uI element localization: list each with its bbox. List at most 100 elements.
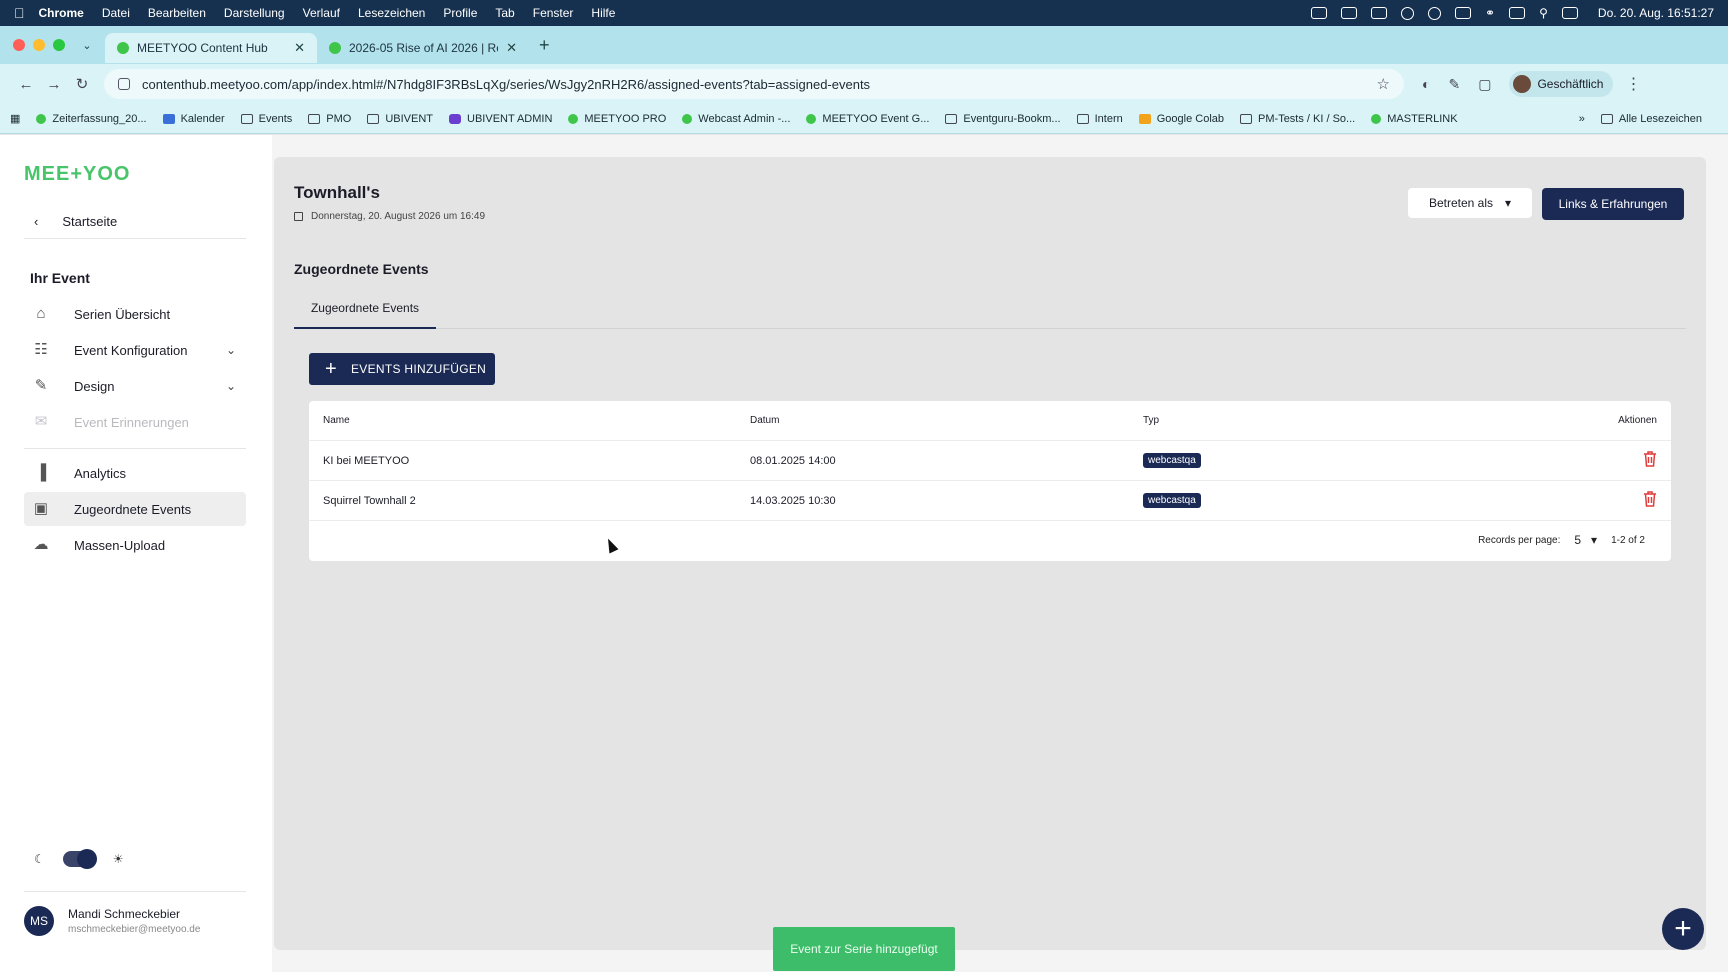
- menubar-clock: Do. 20. Aug. 16:51:27: [1597, 6, 1714, 20]
- header-actions: Aktionen: [1618, 415, 1657, 426]
- bookmark-folder[interactable]: Eventguru-Bookm...: [945, 113, 1061, 125]
- bookmark-item[interactable]: Zeiterfassung_20...: [36, 113, 147, 125]
- trash-icon: [1644, 491, 1656, 507]
- sidebar-item-label: Massen-Upload: [74, 537, 166, 553]
- new-tab-icon[interactable]: +: [539, 35, 550, 56]
- playlist-icon: ▣: [33, 500, 49, 517]
- trash-icon: [1644, 451, 1656, 467]
- sidebar-item-label: Design: [74, 378, 115, 394]
- sidebar-item-label: Event Erinnerungen: [74, 414, 189, 430]
- pagination: Records per page: 5 ▾ 1-2 of 2: [1478, 533, 1645, 547]
- table-row[interactable]: KI bei MEETYOO 08.01.2025 14:00 webcastq…: [309, 441, 1671, 481]
- all-bookmarks[interactable]: Alle Lesezeichen: [1600, 113, 1702, 125]
- menu-tab[interactable]: Tab: [495, 6, 514, 20]
- floating-add-button[interactable]: +: [1662, 908, 1704, 950]
- apple-icon[interactable]: : [14, 5, 25, 21]
- bookmark-folder[interactable]: Intern: [1076, 113, 1123, 125]
- menu-profile[interactable]: Profile: [443, 6, 477, 20]
- zoom-window-button[interactable]: [53, 39, 65, 51]
- menu-fenster[interactable]: Fenster: [533, 6, 574, 20]
- enter-as-dropdown[interactable]: Betreten als ▾: [1408, 188, 1532, 218]
- config-icon: ☷: [34, 341, 48, 358]
- back-arrow-icon[interactable]: ←: [12, 76, 40, 93]
- drive-icon[interactable]: [1371, 7, 1388, 19]
- favicon-icon: [449, 113, 462, 124]
- bookmark-folder[interactable]: UBIVENT: [367, 113, 433, 125]
- menu-dots-icon[interactable]: ⋮: [1625, 74, 1641, 94]
- sidebar-item-zugeordnete-events[interactable]: ▣ Zugeordnete Events: [24, 492, 246, 526]
- more-bookmarks-icon[interactable]: »: [1579, 113, 1585, 125]
- back-to-home[interactable]: ‹ Startseite: [24, 205, 246, 239]
- menu-hilfe[interactable]: Hilfe: [591, 6, 615, 20]
- pen-icon[interactable]: ✎: [1448, 76, 1460, 93]
- bookmark-label: MEETYOO PRO: [584, 112, 667, 125]
- reload-icon[interactable]: ↻: [68, 75, 96, 93]
- forward-arrow-icon[interactable]: →: [40, 76, 68, 93]
- keyboard-icon[interactable]: [1455, 7, 1472, 19]
- profile-button[interactable]: Geschäftlich: [1509, 71, 1614, 97]
- bookmark-item[interactable]: Kalender: [162, 113, 225, 125]
- minimize-window-button[interactable]: [33, 39, 45, 51]
- bookmark-item[interactable]: Webcast Admin -...: [682, 113, 790, 125]
- menu-datei[interactable]: Datei: [102, 6, 130, 20]
- bluetooth-icon[interactable]: [1428, 6, 1442, 20]
- close-window-button[interactable]: [13, 39, 25, 51]
- control-center-icon[interactable]: [1561, 7, 1578, 19]
- bookmark-item[interactable]: Google Colab: [1138, 113, 1224, 125]
- apps-grid-icon[interactable]: ▦: [10, 112, 20, 125]
- user-profile[interactable]: MS Mandi Schmeckebier mschmeckebier@meet…: [24, 891, 246, 936]
- spotlight-icon[interactable]: ⚲: [1539, 6, 1548, 20]
- menu-bearbeiten[interactable]: Bearbeiten: [148, 6, 206, 20]
- tab-zugeordnete-events[interactable]: Zugeordnete Events: [294, 289, 436, 329]
- bookmark-folder[interactable]: PM-Tests / KI / So...: [1240, 113, 1355, 125]
- add-events-button[interactable]: + EVENTS HINZUFÜGEN: [309, 353, 495, 385]
- records-per-page-select[interactable]: 5 ▾: [1574, 533, 1597, 547]
- sidebar-item-analytics[interactable]: ▐ Analytics: [24, 456, 246, 490]
- site-info-icon[interactable]: [118, 78, 130, 90]
- tab-search-icon[interactable]: ⌄: [77, 39, 97, 52]
- bookmark-label: PMO: [326, 112, 352, 125]
- bookmark-item[interactable]: MEETYOO Event G...: [806, 113, 929, 125]
- sidebar-item-event-konfiguration[interactable]: ☷ Event Konfiguration ⌄: [24, 333, 246, 367]
- sidebar-item-design[interactable]: ✎ Design ⌄: [24, 369, 246, 403]
- url-text[interactable]: contenthub.meetyoo.com/app/index.html#/N…: [142, 77, 1377, 92]
- favicon-icon: [568, 113, 579, 124]
- browser-toolbar: ← → ↻ contenthub.meetyoo.com/app/index.h…: [0, 64, 1728, 104]
- bookmark-folder[interactable]: PMO: [308, 113, 351, 125]
- browser-tab[interactable]: 2026-05 Rise of AI 2026 | Re ✕: [317, 33, 529, 63]
- bookmark-item[interactable]: MEETYOO PRO: [568, 113, 666, 125]
- theme-toggle[interactable]: [62, 849, 97, 869]
- wifi-icon[interactable]: ⚭: [1485, 6, 1495, 20]
- shield-icon[interactable]: [1341, 7, 1358, 19]
- bookmark-star-icon[interactable]: ☆: [1377, 75, 1390, 93]
- screen-share-icon[interactable]: [1311, 7, 1328, 19]
- brand-logo[interactable]: MEE+YOO: [24, 163, 130, 186]
- bookmark-folder[interactable]: Events: [240, 113, 292, 125]
- browser-tab-active[interactable]: MEETYOO Content Hub ✕: [105, 33, 317, 63]
- bookmark-item[interactable]: MASTERLINK: [1371, 113, 1458, 125]
- menu-darstellung[interactable]: Darstellung: [224, 6, 285, 20]
- sidebar-item-serien-uebersicht[interactable]: ⌂ Serien Übersicht: [24, 297, 246, 331]
- address-bar[interactable]: contenthub.meetyoo.com/app/index.html#/N…: [104, 69, 1404, 99]
- sidebar-item-event-erinnerungen: ✉ Event Erinnerungen: [24, 405, 246, 439]
- puzzle-icon[interactable]: ▢: [1478, 76, 1491, 93]
- add-events-label: EVENTS HINZUFÜGEN: [350, 362, 487, 376]
- links-experiences-button[interactable]: Links & Erfahrungen: [1542, 188, 1684, 220]
- status-icons: ⚭ ⚲ Do. 20. Aug. 16:51:27: [1311, 6, 1714, 20]
- extension-icon[interactable]: ◐: [1422, 76, 1430, 93]
- menu-app[interactable]: Chrome: [39, 6, 84, 20]
- bar-chart-icon: ▐: [35, 464, 47, 481]
- sync-icon[interactable]: [1401, 6, 1415, 20]
- delete-button[interactable]: [1643, 491, 1657, 510]
- bookmark-item[interactable]: UBIVENT ADMIN: [449, 113, 552, 125]
- menu-lesezeichen[interactable]: Lesezeichen: [358, 6, 425, 20]
- folder-icon: [1600, 113, 1613, 124]
- menu-verlauf[interactable]: Verlauf: [303, 6, 340, 20]
- delete-button[interactable]: [1643, 451, 1657, 470]
- sidebar-item-massen-upload[interactable]: ☁ Massen-Upload: [24, 528, 246, 562]
- per-page-value: 5: [1574, 533, 1582, 547]
- close-tab-icon[interactable]: ✕: [294, 40, 305, 56]
- battery-icon[interactable]: [1509, 7, 1526, 19]
- close-tab-icon[interactable]: ✕: [506, 40, 517, 56]
- table-row[interactable]: Squirrel Townhall 2 14.03.2025 10:30 web…: [309, 481, 1671, 521]
